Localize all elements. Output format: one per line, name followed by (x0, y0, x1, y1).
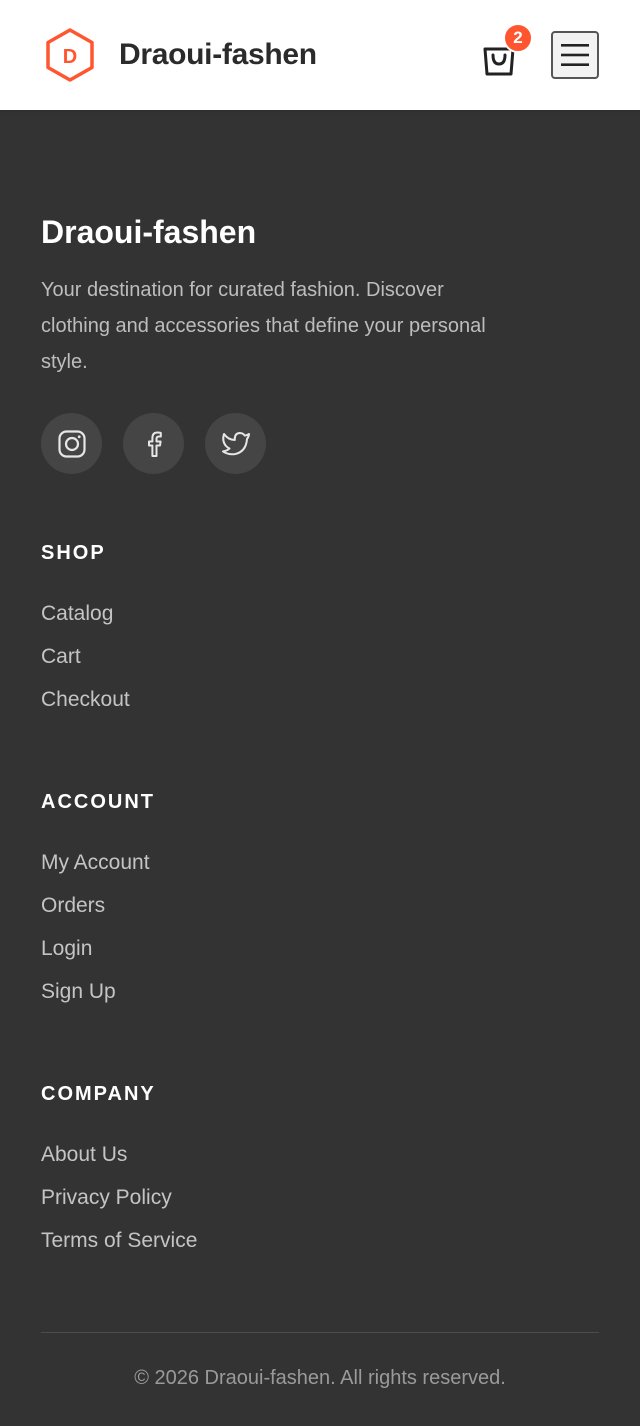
brand-name[interactable]: Draoui-fashen (119, 38, 317, 72)
footer-link-privacy-policy[interactable]: Privacy Policy (41, 1186, 172, 1209)
footer-link-cart[interactable]: Cart (41, 645, 81, 668)
footer-section-shop: Shop Catalog Cart Checkout (41, 542, 130, 731)
footer-link-orders[interactable]: Orders (41, 894, 105, 917)
account-links: My Account Orders Login Sign Up (41, 851, 155, 1023)
logo-hexagon-icon[interactable]: D (44, 27, 96, 83)
twitter-link[interactable] (205, 413, 266, 474)
section-title-account: Account (41, 791, 155, 813)
footer-brand: Draoui-fashen (41, 214, 257, 250)
footer-link-login[interactable]: Login (41, 937, 92, 960)
section-title-company: Company (41, 1083, 156, 1105)
site-footer: Draoui-fashen Your destination for curat… (0, 110, 640, 1426)
footer-divider (41, 1332, 599, 1333)
footer-link-terms-of-service[interactable]: Terms of Service (41, 1229, 197, 1252)
footer-description: Your destination for curated fashion. Di… (41, 279, 486, 373)
instagram-link[interactable] (41, 413, 102, 474)
section-title-shop: Shop (41, 542, 106, 564)
header-actions: 2 (481, 23, 599, 79)
twitter-icon (221, 431, 250, 455)
social-links (41, 413, 287, 474)
hamburger-icon (561, 44, 589, 66)
instagram-icon (57, 429, 86, 458)
footer-section-company: Company About Us Privacy Policy Terms of… (41, 1083, 197, 1272)
footer-link-catalog[interactable]: Catalog (41, 602, 113, 625)
footer-link-sign-up[interactable]: Sign Up (41, 980, 116, 1003)
footer-link-checkout[interactable]: Checkout (41, 688, 130, 711)
cart-count-badge: 2 (503, 23, 533, 53)
facebook-link[interactable] (123, 413, 184, 474)
facebook-icon (147, 431, 162, 457)
cart-button[interactable]: 2 (481, 23, 533, 77)
footer-section-account: Account My Account Orders Login Sign Up (41, 791, 155, 1023)
shop-links: Catalog Cart Checkout (41, 602, 130, 731)
logo-letter: D (63, 46, 77, 68)
hamburger-menu-button[interactable] (551, 31, 599, 79)
footer-link-about-us[interactable]: About Us (41, 1143, 127, 1166)
site-header: D Draoui-fashen 2 (0, 0, 640, 110)
company-links: About Us Privacy Policy Terms of Service (41, 1143, 197, 1272)
footer-link-my-account[interactable]: My Account (41, 851, 150, 874)
copyright-text: © 2026 Draoui-fashen. All rights reserve… (134, 1367, 506, 1389)
